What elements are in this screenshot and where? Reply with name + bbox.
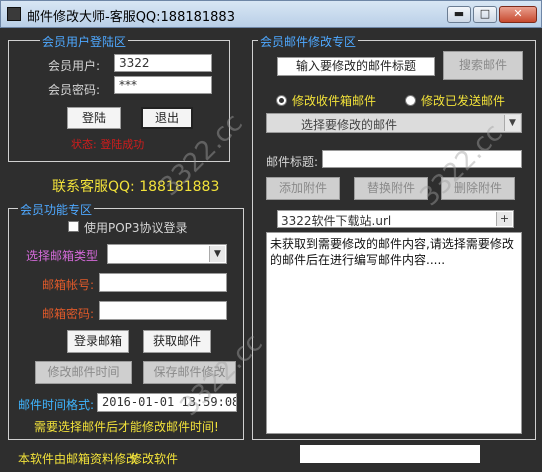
user-label: 会员用户: xyxy=(48,59,101,73)
time-format-label: 邮件时间格式: xyxy=(18,398,95,412)
maximize-button[interactable]: □ xyxy=(473,6,497,23)
radio-inbox[interactable] xyxy=(276,95,287,106)
user-input[interactable]: 3322 xyxy=(114,54,212,72)
password-input[interactable]: *** xyxy=(114,76,212,94)
title-bar[interactable]: 邮件修改大师-客服QQ:188181883 ▬ □ ✕ xyxy=(0,0,542,28)
pop3-label: 使用POP3协议登录 xyxy=(84,221,188,235)
window-title: 邮件修改大师-客服QQ:188181883 xyxy=(27,10,235,25)
mailbox-type-label: 选择邮箱类型 xyxy=(26,249,99,263)
pop3-checkbox[interactable] xyxy=(68,221,79,232)
dropdown-arrow-icon[interactable]: ▼ xyxy=(504,115,520,131)
time-notice: 需要选择邮件后才能修改邮件时间! xyxy=(34,420,219,434)
password-label: 会员密码: xyxy=(48,83,101,97)
attachment-expand-icon[interactable]: + xyxy=(496,212,512,226)
login-button[interactable]: 登陆 xyxy=(67,107,121,129)
close-button[interactable]: ✕ xyxy=(499,6,537,23)
mailbox-password-label: 邮箱密码: xyxy=(42,307,95,321)
minimize-button[interactable]: ▬ xyxy=(447,6,471,23)
footer-bar xyxy=(300,445,480,463)
attachment-combo[interactable]: 3322软件下载站.url + xyxy=(277,210,514,228)
login-group-title: 会员用户登陆区 xyxy=(40,33,129,50)
account-label: 邮箱帐号: xyxy=(42,278,95,292)
radio-sent[interactable] xyxy=(405,95,416,106)
subject-label: 邮件标题: xyxy=(266,155,319,169)
dropdown-arrow-icon[interactable]: ▼ xyxy=(209,246,225,262)
fetch-mail-button[interactable]: 获取邮件 xyxy=(143,330,211,353)
footer-text-2: 修改软件 xyxy=(130,452,179,466)
mailbox-password-input[interactable] xyxy=(99,301,227,320)
editor-group-title: 会员邮件修改专区 xyxy=(258,33,359,50)
footer-text: 本软件由邮箱资料修改 xyxy=(18,452,139,466)
search-mail-button[interactable]: 搜索邮件 xyxy=(443,51,523,80)
login-status: 状态: 登陆成功 xyxy=(71,138,145,151)
mail-body-textarea[interactable]: 未获取到需要修改的邮件内容,请选择需要修改的邮件后在进行编写邮件内容..... xyxy=(266,232,522,434)
functions-group-title: 会员功能专区 xyxy=(18,201,95,218)
mailbox-type-select[interactable]: ▼ xyxy=(107,244,227,264)
modify-time-button[interactable]: 修改邮件时间 xyxy=(35,361,132,384)
search-title-input[interactable]: 输入要修改的邮件标题 xyxy=(277,57,435,76)
exit-button[interactable]: 退出 xyxy=(141,107,193,129)
login-mailbox-button[interactable]: 登录邮箱 xyxy=(67,330,129,353)
add-attachment-button[interactable]: 添加附件 xyxy=(266,177,340,200)
radio-inbox-label: 修改收件箱邮件 xyxy=(292,94,377,108)
account-input[interactable] xyxy=(99,273,227,292)
radio-sent-label: 修改已发送邮件 xyxy=(421,94,506,108)
app-icon xyxy=(7,7,21,21)
